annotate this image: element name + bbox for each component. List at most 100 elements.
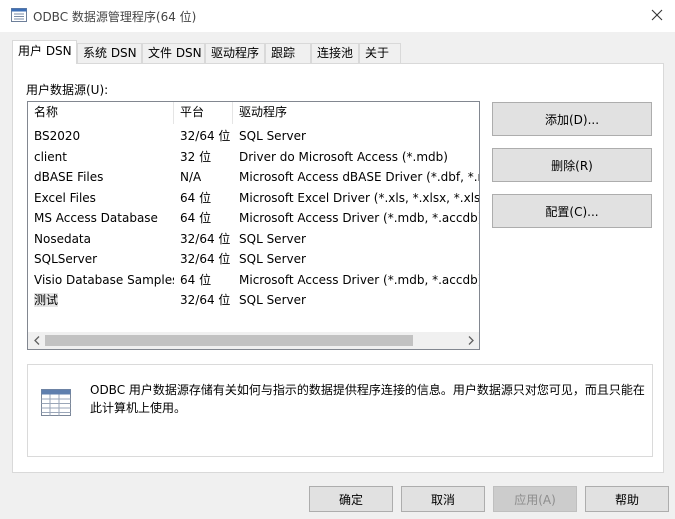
cancel-button[interactable]: 取消 [401,486,485,512]
list-item[interactable]: SQLServer 32/64 位 SQL Server [28,249,479,269]
database-table-icon [41,389,71,416]
tab-label: 关于 [365,46,390,60]
add-button[interactable]: 添加(D)... [492,102,652,136]
cell-text: Microsoft Access Driver (*.mdb, *.accdb) [239,211,480,225]
cell-platform: 32/64 位 [174,290,233,310]
cell-text: Microsoft Access dBASE Driver (*.dbf, *.… [239,170,480,184]
cell-text: 64 位 [180,190,212,205]
user-data-sources-label: 用户数据源(U): [26,83,109,97]
cell-text: Microsoft Access Driver (*.mdb, *.accdb) [239,272,480,287]
tab-file-dsn[interactable]: 文件 DSN [142,43,205,63]
cell-text: 32/64 位 [180,231,231,246]
cell-text: 64 位 [180,272,212,287]
tab-user-dsn[interactable]: 用户 DSN [12,40,77,64]
cell-platform: 64 位 [174,208,233,228]
close-icon [651,9,663,21]
odbc-app-icon [11,8,27,22]
list-item[interactable]: Visio Database Samples 64 位 Microsoft Acce… [28,270,479,290]
chevron-right-icon [468,336,474,345]
tab-system-dsn[interactable]: 系统 DSN [77,43,142,63]
cell-text: SQL Server [239,231,306,246]
list-item[interactable]: dBASE Files N/A Microsoft Access dBASE Dri… [28,167,479,187]
tab-label: 用户 DSN [18,44,72,58]
cell-name: BS2020 [28,126,174,146]
cell-platform: 32/64 位 [174,229,233,249]
cell-driver: Microsoft Access dBASE Driver (*.dbf, *.… [233,167,480,187]
list-item[interactable]: BS2020 32/64 位 SQL Server [28,126,479,146]
cell-platform: 32/64 位 [174,126,233,146]
cell-driver: Microsoft Access Driver (*.mdb, *.accdb) [233,208,480,228]
configure-button[interactable]: 配置(C)... [492,194,652,228]
user-dsn-panel: 用户数据源(U): 名称 平台 驱动程序 BS2020 32/64 位 SQL Se… [12,63,664,473]
list-item[interactable]: Excel Files 64 位 Microsoft Excel Driver (*… [28,188,479,208]
tab-label: 驱动程序 [211,46,260,60]
cell-name: client [28,147,174,167]
list-item[interactable]: Nosedata 32/64 位 SQL Server [28,229,479,249]
column-header-driver[interactable]: 驱动程序 [233,102,479,124]
cell-driver: SQL Server [233,126,479,146]
cell-text: BS2020 [34,129,81,143]
cell-driver: SQL Server [233,229,479,249]
cell-text: Driver do Microsoft Access (*.mdb) [239,149,448,164]
cell-driver: SQL Server [233,249,479,269]
scroll-left-button[interactable] [28,332,45,349]
help-button[interactable]: 帮助 [585,486,669,512]
cell-text: 64 位 [180,211,212,225]
cell-name: 测试 [28,290,174,310]
cell-text: Microsoft Excel Driver (*.xls, *.xlsx, *… [239,190,480,205]
cell-text: client [34,149,67,164]
tab-drivers[interactable]: 驱动程序 [205,43,265,63]
column-header-name[interactable]: 名称 [28,102,174,124]
column-header-platform[interactable]: 平台 [174,102,233,124]
cell-platform: 64 位 [174,270,233,290]
window-title: ODBC 数据源管理程序(64 位) [33,10,197,24]
cell-text: MS Access Database [34,211,158,225]
cell-name: Excel Files [28,188,174,208]
cell-text: dBASE Files [34,170,104,184]
title-bar: ODBC 数据源管理程序(64 位) [0,0,675,32]
cell-name: SQLServer [28,249,174,269]
tab-label: 系统 DSN [83,46,137,60]
cell-text: 测试 [34,293,59,307]
odbc-dialog: ODBC 数据源管理程序(64 位) 用户 DSN 系统 DSN 文件 DSN … [0,0,675,519]
cell-text: SQL Server [239,129,306,143]
cell-text: Nosedata [34,231,91,246]
cell-platform: N/A [174,167,233,187]
cell-text: SQL Server [239,293,306,307]
tab-about[interactable]: 关于 [359,43,401,63]
cell-name: MS Access Database [28,208,174,228]
cell-text: 32/64 位 [180,129,231,143]
cell-platform: 64 位 [174,188,233,208]
tab-tracing[interactable]: 跟踪 [265,43,311,63]
remove-button[interactable]: 删除(R) [492,148,652,182]
apply-button[interactable]: 应用(A) [493,486,577,512]
cell-text: Excel Files [34,190,96,205]
cell-platform: 32/64 位 [174,249,233,269]
cell-text: SQL Server [239,252,306,266]
tab-connection-pooling[interactable]: 连接池 [311,43,359,63]
cell-driver: Microsoft Excel Driver (*.xls, *.xlsx, *… [233,188,480,208]
close-button[interactable] [639,0,675,30]
tab-label: 文件 DSN [148,46,202,60]
cell-name: dBASE Files [28,167,174,187]
cell-text: 32 位 [180,149,212,164]
scrollbar-thumb[interactable] [45,335,413,346]
cell-text: N/A [180,170,202,184]
cell-driver: Driver do Microsoft Access (*.mdb) [233,147,479,167]
cell-text: SQLServer [34,252,98,266]
cell-driver: SQL Server [233,290,479,310]
horizontal-scrollbar[interactable] [28,332,479,349]
cell-text: Visio Database Samples [34,272,174,287]
info-box: ODBC 用户数据源存储有关如何与指示的数据提供程序连接的信息。用户数据源只对您… [27,364,653,457]
info-description: ODBC 用户数据源存储有关如何与指示的数据提供程序连接的信息。用户数据源只对您… [90,383,645,415]
list-item[interactable]: 测试 32/64 位 SQL Server [28,290,479,310]
cell-text: 32/64 位 [180,252,231,266]
chevron-left-icon [33,336,39,345]
cell-platform: 32 位 [174,147,233,167]
list-item[interactable]: client 32 位 Driver do Microsoft Access (*.… [28,147,479,167]
user-data-sources-list[interactable]: 名称 平台 驱动程序 BS2020 32/64 位 SQL Server client… [27,101,480,350]
list-item[interactable]: MS Access Database 64 位 Microsoft Access D… [28,208,479,228]
list-header: 名称 平台 驱动程序 [28,102,479,124]
ok-button[interactable]: 确定 [309,486,393,512]
scroll-right-button[interactable] [462,332,479,349]
